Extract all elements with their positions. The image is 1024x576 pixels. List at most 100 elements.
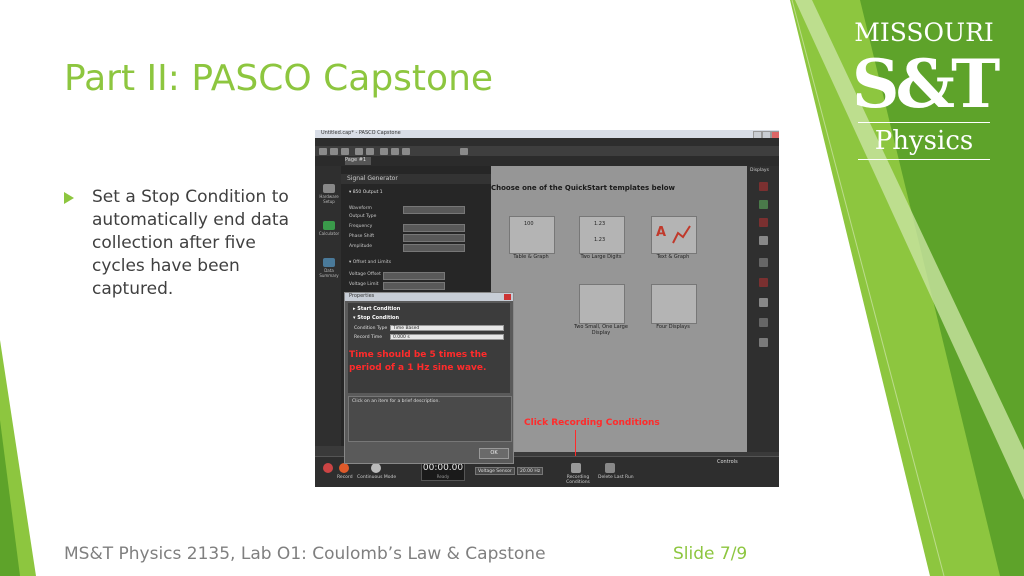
- output-section[interactable]: ▾ 850 Output 1: [349, 190, 383, 196]
- movie-display-icon[interactable]: [759, 298, 768, 307]
- mode-icon[interactable]: [371, 463, 381, 473]
- settings-icon[interactable]: [460, 148, 468, 155]
- hw-row-label: Frequency: [349, 224, 373, 229]
- tool-label-data-summary: Data Summary: [319, 268, 339, 278]
- slide-title: Part II: PASCO Capstone: [64, 58, 494, 99]
- panel-header: Signal Generator: [341, 174, 491, 184]
- recording-conditions-label: Recording Conditions: [566, 475, 590, 485]
- page-tab-bar: Page #1: [315, 156, 779, 166]
- template-label: Two Small, One Large Display: [574, 324, 628, 336]
- tab-page-1[interactable]: Page #1: [345, 157, 371, 165]
- template-two-small-one-large[interactable]: [579, 284, 625, 324]
- template-label: Text & Graph: [656, 254, 690, 260]
- hw-row-label: Voltage Offset: [349, 272, 381, 277]
- digits-display-icon[interactable]: [759, 218, 768, 227]
- bullet-item: Set a Stop Condition to automatically en…: [64, 186, 304, 301]
- hw-row-label: Waveform: [349, 206, 372, 211]
- capstone-screenshot: Untitled.cap* - PASCO Capstone Page #1 H…: [315, 130, 779, 487]
- logo-physics: Physics: [874, 126, 974, 156]
- hw-row-label[interactable]: ▾ Offset and Limits: [349, 260, 391, 266]
- template-four-displays[interactable]: [651, 284, 697, 324]
- condition-type-label: Condition Type: [354, 326, 388, 331]
- recording-conditions-button[interactable]: [571, 463, 581, 473]
- bullet-text: Set a Stop Condition to automatically en…: [92, 187, 290, 299]
- template-label: Table & Graph: [513, 254, 549, 260]
- hardware-setup-icon[interactable]: [323, 184, 335, 193]
- hw-row-label: Output Type: [349, 214, 377, 219]
- save-icon[interactable]: [341, 148, 349, 155]
- hw-row-label: Voltage Limit: [349, 282, 379, 287]
- hw-row-label: Phase Shift: [349, 234, 375, 239]
- displays-label: Displays: [750, 168, 769, 173]
- voltage-limit-field[interactable]: [383, 282, 445, 290]
- sensor-select[interactable]: Voltage Sensor: [475, 467, 515, 475]
- record-time-label: Record Time: [354, 335, 382, 340]
- graph-icon: [672, 225, 691, 244]
- undo-icon[interactable]: [355, 148, 363, 155]
- template-two-large-digits[interactable]: 1.23 1.23: [579, 216, 625, 254]
- calculator-icon[interactable]: [323, 221, 335, 230]
- amplitude-field[interactable]: [403, 244, 465, 252]
- description-text: Click on an item for a brief description…: [352, 399, 440, 404]
- record-time-input[interactable]: 0.000 s: [390, 334, 504, 340]
- hw-row-label: Amplitude: [349, 244, 373, 249]
- tools-sidebar: Hardware Setup Calculator Data Summary: [315, 166, 341, 446]
- logo-mark: S&T: [851, 45, 1000, 123]
- delete-run-icon[interactable]: [605, 463, 615, 473]
- logo-missouri: MISSOURI: [854, 18, 994, 47]
- fft-display-icon[interactable]: [759, 278, 768, 287]
- controls-label: Controls: [717, 459, 738, 465]
- graph-display-icon[interactable]: [759, 200, 768, 209]
- sample-rate-select[interactable]: 20.00 Hz: [517, 467, 543, 475]
- recording-conditions-callout: Click Recording Conditions: [524, 418, 660, 428]
- window-titlebar: Untitled.cap* - PASCO Capstone: [315, 130, 779, 139]
- frequency-field[interactable]: [403, 224, 465, 232]
- template-value: 1.23: [594, 237, 606, 243]
- open-icon[interactable]: [330, 148, 338, 155]
- waveform-select[interactable]: [403, 206, 465, 214]
- condition-type-select[interactable]: Time Based: [390, 325, 504, 331]
- note-display-icon[interactable]: [759, 338, 768, 347]
- voltage-offset-field[interactable]: [383, 272, 445, 280]
- template-label: Four Displays: [656, 324, 690, 330]
- start-condition-section[interactable]: ▸ Start Condition: [353, 306, 400, 312]
- template-text-graph[interactable]: A: [651, 216, 697, 254]
- mst-physics-logo: MISSOURI S&T Physics: [846, 18, 1002, 162]
- workbook-page: Choose one of the QuickStart templates b…: [491, 166, 747, 452]
- table-display-icon[interactable]: [759, 182, 768, 191]
- menu-bar: [315, 138, 779, 146]
- footer-course: MS&T Physics 2135, Lab O1: Coulomb’s Law…: [64, 544, 546, 564]
- stop-condition-section[interactable]: ▾ Stop Condition: [353, 315, 399, 321]
- elapsed-timer: 00:00.00 Ready: [421, 461, 465, 481]
- bullet-arrow-icon: [64, 192, 74, 204]
- template-value: 100: [524, 221, 534, 227]
- dialog-titlebar: Properties: [345, 293, 513, 301]
- template-table-graph[interactable]: 100: [509, 216, 555, 254]
- new-icon[interactable]: [319, 148, 327, 155]
- cut-icon[interactable]: [380, 148, 388, 155]
- callout-arrow: [575, 430, 576, 456]
- paste-icon[interactable]: [402, 148, 410, 155]
- tool-label-hardware: Hardware Setup: [319, 194, 339, 204]
- displays-sidebar: Displays: [747, 166, 779, 452]
- copy-icon[interactable]: [391, 148, 399, 155]
- data-summary-icon[interactable]: [323, 258, 335, 267]
- quickstart-heading: Choose one of the QuickStart templates b…: [491, 184, 676, 192]
- redo-icon[interactable]: [366, 148, 374, 155]
- dialog-close-button[interactable]: [504, 294, 511, 300]
- mode-label: Continuous Mode: [357, 475, 397, 480]
- timer-status: Ready: [436, 474, 450, 479]
- record-button[interactable]: [339, 463, 349, 473]
- tool-label-calculator: Calculator: [318, 231, 340, 236]
- phase-field[interactable]: [403, 234, 465, 242]
- dialog-body: ▸ Start Condition ▾ Stop Condition Condi…: [348, 303, 510, 393]
- text-display-icon[interactable]: [759, 318, 768, 327]
- scope-display-icon[interactable]: [759, 258, 768, 267]
- ok-button[interactable]: OK: [479, 448, 509, 459]
- delete-run-label: Delete Last Run: [598, 475, 634, 480]
- record-icon[interactable]: [323, 463, 333, 473]
- meter-display-icon[interactable]: [759, 236, 768, 245]
- template-label: Two Large Digits: [580, 254, 622, 260]
- record-time-annotation: Time should be 5 times the period of a 1…: [349, 350, 488, 373]
- text-a-icon: A: [656, 225, 667, 240]
